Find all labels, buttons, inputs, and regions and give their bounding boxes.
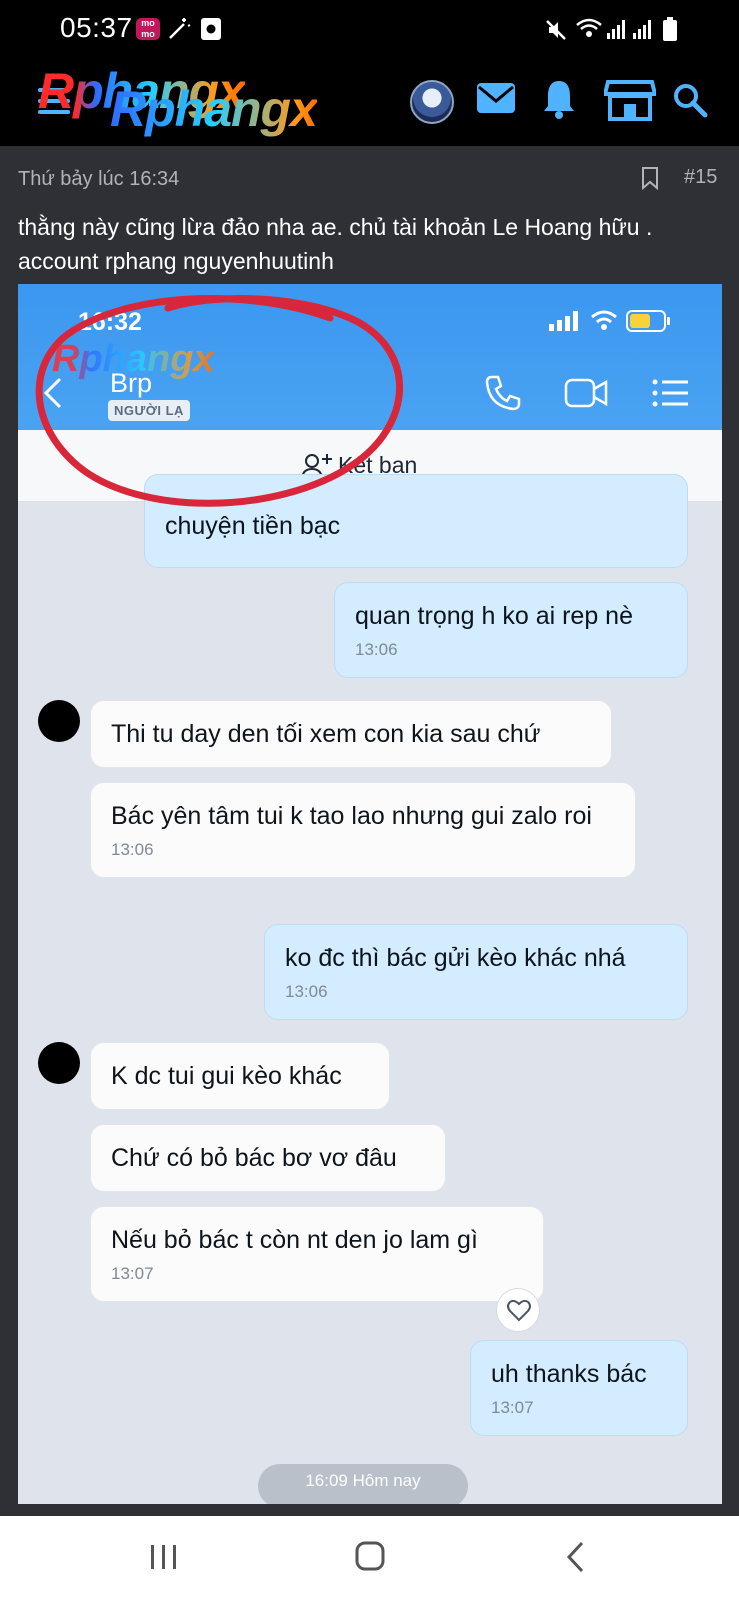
momo-icon: mo mo <box>136 18 160 40</box>
avatar[interactable] <box>410 80 454 124</box>
bookmark-icon[interactable] <box>641 166 659 190</box>
contact-avatar[interactable] <box>38 700 80 742</box>
status-time: 05:37 <box>60 12 133 43</box>
signal-icon <box>607 20 625 39</box>
forum-post: Thứ bảy lúc 16:34 #15 thằng này cũng lừa… <box>0 146 739 1516</box>
heart-icon <box>507 1299 531 1322</box>
chat-header: 16:32 Rphangx Brp NGƯỜI LẠ <box>18 284 722 430</box>
message-bubble[interactable]: Chứ có bỏ bác bơ vơ đâu <box>90 1124 446 1192</box>
contact-name[interactable]: Brp <box>110 368 152 399</box>
screenshot-icon <box>201 18 221 40</box>
recent-apps-icon[interactable] <box>148 1542 180 1572</box>
back-icon[interactable] <box>42 376 64 410</box>
post-date[interactable]: Thứ bảy lúc 16:34 <box>18 168 179 191</box>
post-body: thằng này cũng lừa đảo nha ae. chủ tài k… <box>18 214 653 274</box>
message-text: ko đc thì bác gửi kèo khác nhá <box>285 944 626 972</box>
menu-list-icon[interactable] <box>652 378 690 408</box>
message-bubble[interactable]: chuyện tiền bạc <box>144 474 688 568</box>
stranger-badge: NGƯỜI LẠ <box>108 400 190 421</box>
status-bar: 05:37 mo mo <box>0 0 739 58</box>
message-text: Nếu bỏ bác t còn nt den jo lam gì <box>111 1226 478 1254</box>
message-bubble[interactable]: Nếu bỏ bác t còn nt den jo lam gì 13:07 <box>90 1206 544 1302</box>
site-logo-watermark: Rphangx <box>110 81 318 137</box>
magic-wand-icon <box>169 18 191 39</box>
store-icon[interactable] <box>604 78 656 122</box>
mail-icon[interactable] <box>476 82 516 116</box>
message-text: K dc tui gui kèo khác <box>111 1062 342 1090</box>
search-icon[interactable] <box>672 82 708 118</box>
wifi-icon <box>576 18 602 37</box>
post-number[interactable]: #15 <box>684 166 717 189</box>
message-text: chuyện tiền bạc <box>165 512 341 540</box>
signal-icon-2 <box>633 20 651 39</box>
message-bubble[interactable]: Thi tu day den tối xem con kia sau chứ <box>90 700 612 768</box>
date-separator: 16:09 Hôm nay <box>258 1464 468 1504</box>
chat-status-time: 16:32 <box>78 308 142 336</box>
video-call-icon[interactable] <box>564 378 608 408</box>
contact-avatar[interactable] <box>38 1042 80 1084</box>
home-icon[interactable] <box>354 1540 386 1572</box>
react-heart-button[interactable] <box>496 1288 540 1332</box>
message-bubble[interactable]: uh thanks bác 13:07 <box>470 1340 688 1436</box>
message-text: Bác yên tâm tui k tao lao nhưng gui zalo… <box>111 802 592 830</box>
site-header: Rphangx Rphangx <box>0 58 739 146</box>
battery-icon <box>663 17 677 41</box>
message-time: 13:06 <box>111 840 154 859</box>
message-text: quan trọng h ko ai rep nè <box>355 602 633 630</box>
message-bubble[interactable]: quan trọng h ko ai rep nè 13:06 <box>334 582 688 678</box>
message-bubble[interactable]: Bác yên tâm tui k tao lao nhưng gui zalo… <box>90 782 636 878</box>
system-nav-bar <box>0 1516 739 1600</box>
attached-screenshot[interactable]: 16:32 Rphangx Brp NGƯỜI LẠ Kết bạn chuyệ… <box>18 284 722 1504</box>
mute-icon <box>546 20 566 40</box>
chat-wifi-icon <box>591 310 617 330</box>
message-bubble[interactable]: ko đc thì bác gửi kèo khác nhá 13:06 <box>264 924 688 1020</box>
bell-icon[interactable] <box>541 78 577 120</box>
phone-icon[interactable] <box>484 374 522 412</box>
back-nav-icon[interactable] <box>564 1540 588 1574</box>
chat-battery-icon <box>626 310 670 332</box>
message-time: 13:06 <box>355 640 398 659</box>
message-time: 13:07 <box>111 1264 154 1283</box>
message-text: Chứ có bỏ bác bơ vơ đâu <box>111 1144 397 1172</box>
message-time: 13:06 <box>285 982 328 1001</box>
message-bubble[interactable]: K dc tui gui kèo khác <box>90 1042 390 1110</box>
chat-signal-icon <box>549 311 578 331</box>
message-text: uh thanks bác <box>491 1360 647 1388</box>
message-time: 13:07 <box>491 1398 534 1417</box>
message-text: Thi tu day den tối xem con kia sau chứ <box>111 720 541 748</box>
